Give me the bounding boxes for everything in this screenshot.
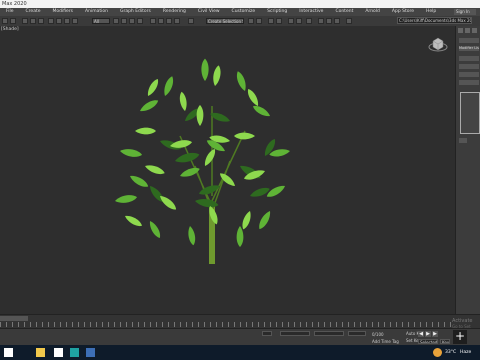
named-selection-sets-dropdown[interactable]: Create Selection Se <box>206 18 244 24</box>
windows-taskbar: 33°C Haze <box>0 345 480 360</box>
z-coordinate-field[interactable] <box>348 331 366 336</box>
title-bar: Max 2020 <box>0 0 480 8</box>
link-icon[interactable] <box>22 18 28 24</box>
menu-arnold[interactable]: Arnold <box>359 8 386 16</box>
menu-interactive[interactable]: Interactive <box>293 8 329 16</box>
render-setup-icon[interactable] <box>318 18 324 24</box>
menu-civil-view[interactable]: Civil View <box>192 8 226 16</box>
menu-content[interactable]: Content <box>329 8 359 16</box>
modifier-row-1[interactable] <box>459 56 479 61</box>
app-taskbar-icon[interactable] <box>86 348 95 357</box>
scene-explorer-icon[interactable] <box>268 18 274 24</box>
modifier-row-2[interactable] <box>459 64 479 69</box>
layer-explorer-icon[interactable] <box>276 18 282 24</box>
curve-editor-icon[interactable] <box>288 18 294 24</box>
menu-animation[interactable]: Animation <box>79 8 114 16</box>
menu-help[interactable]: Help <box>420 8 442 16</box>
bind-space-warp-icon[interactable] <box>38 18 44 24</box>
modifier-stack[interactable] <box>460 92 480 134</box>
percent-snap-icon[interactable] <box>166 18 172 24</box>
redo-icon[interactable] <box>10 18 16 24</box>
rectangle-selection-icon[interactable] <box>64 18 70 24</box>
snaps-toggle-icon[interactable] <box>150 18 156 24</box>
select-object-icon[interactable] <box>48 18 54 24</box>
perspective-viewport[interactable]: [Shade] <box>0 26 455 314</box>
modifier-list-dropdown[interactable]: Modifier List <box>459 46 479 51</box>
add-time-tag[interactable]: Add Time Tag <box>372 339 399 344</box>
menu-create[interactable]: Create <box>20 8 47 16</box>
command-panel: Modifier List <box>455 26 480 314</box>
modifier-row-4[interactable] <box>459 80 479 85</box>
rendered-frame-window-icon[interactable] <box>326 18 332 24</box>
unlink-icon[interactable] <box>30 18 36 24</box>
pin-stack-icon[interactable] <box>459 138 467 143</box>
project-path-field[interactable]: C:\Users\Kiff\Documents\3ds Max 2020 <box>397 17 472 24</box>
plant-model <box>114 58 291 264</box>
selected-dropdown[interactable]: Selected <box>418 339 438 344</box>
teapot-render-icon[interactable] <box>346 18 352 24</box>
material-editor-icon[interactable] <box>306 18 312 24</box>
sign-in-button[interactable]: Sign In <box>454 9 476 15</box>
3ds-max-taskbar-icon[interactable] <box>70 348 79 357</box>
object-name-field[interactable] <box>459 38 479 43</box>
start-icon[interactable] <box>4 348 13 357</box>
menu-file[interactable]: File <box>0 8 20 16</box>
add-key-button[interactable]: + <box>453 330 467 344</box>
store-icon[interactable] <box>54 348 63 357</box>
status-bar: 0/100 Add Time Tag Auto Key Set Key ◀ ▶ … <box>0 328 480 346</box>
previous-frame-icon[interactable]: ◀ <box>418 331 424 337</box>
render-production-icon[interactable] <box>334 18 340 24</box>
file-explorer-icon[interactable] <box>36 348 45 357</box>
mid-leaves <box>114 58 291 247</box>
edit-named-selection-icon[interactable] <box>188 18 194 24</box>
time-slider-handle[interactable] <box>0 316 28 321</box>
menu-rendering[interactable]: Rendering <box>157 8 192 16</box>
menu-scripting[interactable]: Scripting <box>261 8 293 16</box>
menu-app-store[interactable]: App Store <box>386 8 420 16</box>
weather-icon[interactable] <box>433 348 442 357</box>
play-icon[interactable]: ▶ <box>425 331 431 337</box>
menu-bar: File Create Modifiers Animation Graph Ed… <box>0 8 480 16</box>
align-icon[interactable] <box>256 18 262 24</box>
grid-readout: 0/100 <box>372 332 384 337</box>
create-tab-icon[interactable] <box>458 28 463 33</box>
select-and-place-icon[interactable] <box>137 18 143 24</box>
menu-customize[interactable]: Customize <box>226 8 262 16</box>
selection-lock-icon[interactable] <box>262 331 272 336</box>
select-and-rotate-icon[interactable] <box>121 18 127 24</box>
y-coordinate-field[interactable] <box>314 331 344 336</box>
select-and-move-icon[interactable] <box>113 18 119 24</box>
menu-graph-editors[interactable]: Graph Editors <box>114 8 157 16</box>
modify-tab-icon[interactable] <box>465 28 470 33</box>
angle-snap-icon[interactable] <box>158 18 164 24</box>
mirror-icon[interactable] <box>248 18 254 24</box>
weather-temperature[interactable]: 33°C <box>445 350 456 355</box>
selection-filter-dropdown[interactable]: All <box>92 18 110 24</box>
menu-modifiers[interactable]: Modifiers <box>46 8 79 16</box>
timeline-ticks[interactable] <box>0 322 455 327</box>
hierarchy-tab-icon[interactable] <box>472 28 477 33</box>
next-frame-icon[interactable]: ▶ <box>432 331 438 337</box>
undo-icon[interactable] <box>2 18 8 24</box>
select-and-scale-icon[interactable] <box>129 18 135 24</box>
x-coordinate-field[interactable] <box>280 331 310 336</box>
window-title: Max 2020 <box>2 1 27 7</box>
spinner-snap-icon[interactable] <box>174 18 180 24</box>
modifier-row-3[interactable] <box>459 72 479 77</box>
key-filters-button[interactable]: Key Filters <box>440 339 450 344</box>
select-by-name-icon[interactable] <box>56 18 62 24</box>
window-crossing-icon[interactable] <box>72 18 78 24</box>
viewcube-icon[interactable] <box>428 36 448 52</box>
weather-description[interactable]: Haze <box>460 350 471 355</box>
schematic-view-icon[interactable] <box>296 18 302 24</box>
